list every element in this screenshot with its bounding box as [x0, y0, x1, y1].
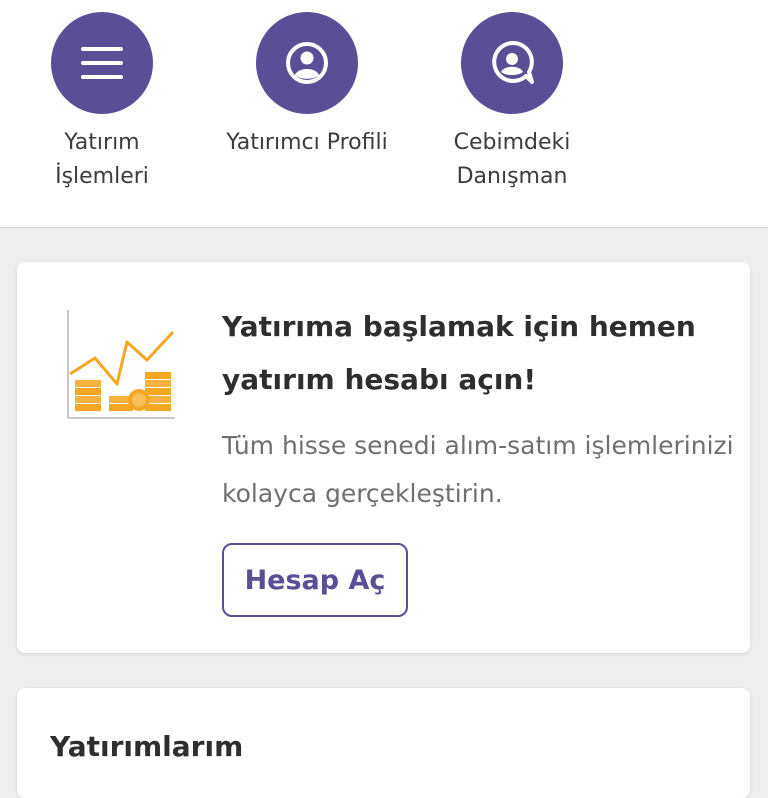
- growth-chart-coins-icon: [67, 310, 175, 419]
- quick-actions-panel: Yatırım İşlemleri Yatırımcı Profili Cebi…: [0, 0, 768, 228]
- quick-action-label: Yatırım İşlemleri: [55, 130, 149, 189]
- quick-action-label: Cebimdeki Danışman: [453, 130, 571, 189]
- open-account-promo-card: Yatırıma başlamak için hemen yatırım hes…: [17, 262, 750, 653]
- my-investments-title: Yatırımlarım: [50, 730, 244, 763]
- user-profile-icon: [286, 42, 328, 84]
- quick-action-label: Yatırımcı Profili: [226, 130, 388, 155]
- quick-action-investor-profile[interactable]: Yatırımcı Profili: [212, 12, 402, 160]
- my-investments-card: Yatırımlarım: [17, 688, 750, 798]
- advisor-chat-icon: [492, 41, 534, 84]
- quick-action-investment-operations[interactable]: Yatırım İşlemleri: [7, 12, 197, 194]
- promo-title: Yatırıma başlamak için hemen yatırım hes…: [222, 310, 696, 396]
- investor-profile-circle[interactable]: [256, 12, 358, 114]
- promo-description: Tüm hisse senedi alım-satım işlemleriniz…: [222, 431, 734, 508]
- open-account-button[interactable]: Hesap Aç: [222, 543, 408, 617]
- quick-action-pocket-advisor[interactable]: Cebimdeki Danışman: [417, 12, 607, 194]
- pocket-advisor-circle[interactable]: [461, 12, 563, 114]
- menu-icon: [81, 47, 123, 79]
- investment-operations-circle[interactable]: [51, 12, 153, 114]
